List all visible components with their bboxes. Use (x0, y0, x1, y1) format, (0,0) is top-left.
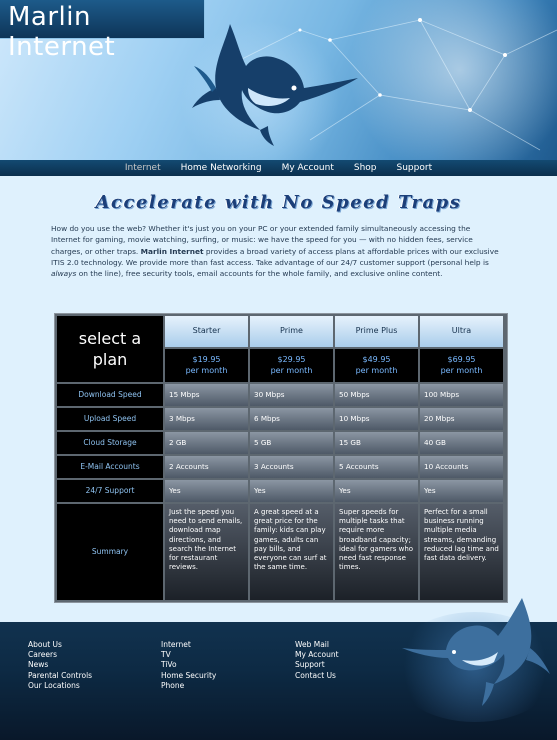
main-nav: Internet Home Networking My Account Shop… (0, 160, 557, 176)
row-label-email-accounts: E-Mail Accounts (57, 456, 163, 478)
table-cell: Yes (335, 480, 418, 502)
row-label-summary: Summary (57, 504, 163, 600)
row-label-support: 24/7 Support (57, 480, 163, 502)
nav-my-account[interactable]: My Account (272, 160, 344, 176)
table-cell: 10 Accounts (420, 456, 503, 478)
footer-link-parental-controls[interactable]: Parental Controls (28, 671, 92, 681)
table-cell: 15 GB (335, 432, 418, 454)
plan-header-prime-plus[interactable]: Prime Plus (335, 316, 418, 347)
header-banner: Marlin Internet (0, 0, 557, 160)
footer-link-careers[interactable]: Careers (28, 650, 92, 660)
plan-header-starter[interactable]: Starter (165, 316, 248, 347)
nav-home-networking[interactable]: Home Networking (171, 160, 272, 176)
plan-comparison-table: select a plan Starter Prime Prime Plus U… (54, 313, 508, 603)
intro-paragraph: How do you use the web? Whether it's jus… (51, 223, 501, 279)
logo[interactable]: Marlin Internet (0, 0, 205, 62)
footer-link-tivo[interactable]: TiVo (161, 660, 216, 670)
price-value: $49.95 (362, 355, 391, 364)
price-value: $29.95 (277, 355, 306, 364)
price-period: per month (185, 366, 228, 375)
footer-link-home-security[interactable]: Home Security (161, 671, 216, 681)
footer: About Us Careers News Parental Controls … (0, 598, 557, 740)
footer-link-internet[interactable]: Internet (161, 640, 216, 650)
price-prime: $29.95 per month (250, 349, 333, 382)
footer-link-phone[interactable]: Phone (161, 681, 216, 691)
select-plan-heading: select a plan (57, 316, 163, 382)
price-period: per month (270, 366, 313, 375)
table-cell: 5 Accounts (335, 456, 418, 478)
summary-starter: Just the speed you need to send emails, … (165, 504, 248, 600)
row-label-upload-speed: Upload Speed (57, 408, 163, 430)
table-cell: 10 Mbps (335, 408, 418, 430)
table-cell: 2 GB (165, 432, 248, 454)
marlin-fish-icon (402, 598, 550, 706)
intro-brand: Marlin Internet (140, 246, 204, 256)
table-cell: 50 Mbps (335, 384, 418, 406)
summary-prime-plus: Super speeds for multiple tasks that req… (335, 504, 418, 600)
footer-link-my-account[interactable]: My Account (295, 650, 339, 660)
main-content: Accelerate with No Speed Traps How do yo… (0, 176, 557, 622)
footer-column-account: Web Mail My Account Support Contact Us (295, 640, 339, 681)
price-starter: $19.95 per month (165, 349, 248, 382)
nav-internet[interactable]: Internet (115, 160, 171, 176)
select-plan-line2: plan (92, 350, 128, 369)
summary-ultra: Perfect for a small business running mul… (420, 504, 503, 600)
nav-shop[interactable]: Shop (344, 160, 387, 176)
table-cell: 20 Mbps (420, 408, 503, 430)
price-value: $69.95 (447, 355, 476, 364)
footer-link-web-mail[interactable]: Web Mail (295, 640, 339, 650)
page-headline: Accelerate with No Speed Traps (95, 192, 462, 213)
footer-link-support[interactable]: Support (295, 660, 339, 670)
row-label-download-speed: Download Speed (57, 384, 163, 406)
footer-column-services: Internet TV TiVo Home Security Phone (161, 640, 216, 691)
row-label-cloud-storage: Cloud Storage (57, 432, 163, 454)
footer-link-contact-us[interactable]: Contact Us (295, 671, 339, 681)
intro-emphasis: always (51, 269, 77, 279)
table-cell: Yes (420, 480, 503, 502)
table-cell: 6 Mbps (250, 408, 333, 430)
price-period: per month (440, 366, 483, 375)
price-ultra: $69.95 per month (420, 349, 503, 382)
logo-text: Marlin Internet (8, 2, 116, 62)
table-cell: Yes (165, 480, 248, 502)
summary-prime: A great speed at a great price for the f… (250, 504, 333, 600)
table-cell: 2 Accounts (165, 456, 248, 478)
price-prime-plus: $49.95 per month (335, 349, 418, 382)
plan-header-prime[interactable]: Prime (250, 316, 333, 347)
table-cell: 3 Mbps (165, 408, 248, 430)
plan-header-ultra[interactable]: Ultra (420, 316, 503, 347)
table-cell: 3 Accounts (250, 456, 333, 478)
footer-column-company: About Us Careers News Parental Controls … (28, 640, 92, 691)
table-cell: 5 GB (250, 432, 333, 454)
table-cell: 30 Mbps (250, 384, 333, 406)
price-value: $19.95 (192, 355, 221, 364)
table-cell: 40 GB (420, 432, 503, 454)
table-cell: Yes (250, 480, 333, 502)
intro-text-3: on the line), free security tools, email… (76, 269, 443, 279)
nav-support[interactable]: Support (387, 160, 443, 176)
footer-link-tv[interactable]: TV (161, 650, 216, 660)
footer-link-about-us[interactable]: About Us (28, 640, 92, 650)
table-cell: 15 Mbps (165, 384, 248, 406)
price-period: per month (355, 366, 398, 375)
marlin-fish-icon (192, 24, 358, 146)
page: Marlin Internet Internet Home Networking… (0, 0, 557, 740)
table-cell: 100 Mbps (420, 384, 503, 406)
footer-link-news[interactable]: News (28, 660, 92, 670)
footer-link-our-locations[interactable]: Our Locations (28, 681, 92, 691)
select-plan-line1: select a (78, 329, 142, 348)
